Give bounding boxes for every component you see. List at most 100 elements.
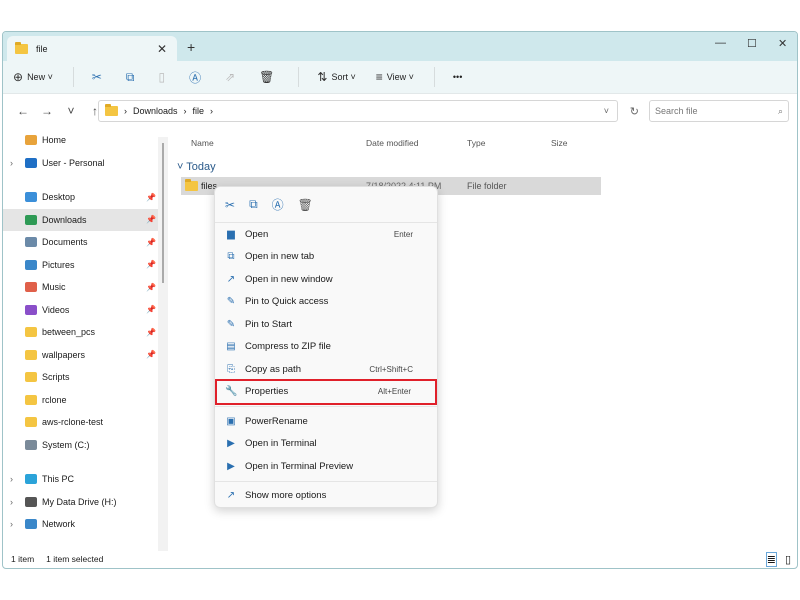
refresh-button[interactable]: ↻ xyxy=(630,105,639,118)
view-label: View xyxy=(386,72,407,82)
title-bar: file ✕ + — ☐ ✕ xyxy=(3,32,797,61)
menu-item-open-in-terminal[interactable]: ▶ Open in Terminal xyxy=(215,433,437,456)
sidebar-item-system-c-[interactable]: System (C:) xyxy=(3,434,168,457)
sidebar-scrollbar[interactable] xyxy=(158,137,168,551)
search-icon: ⌕ xyxy=(777,106,783,116)
column-name[interactable]: Name xyxy=(191,138,214,148)
close-button[interactable]: ✕ xyxy=(778,37,787,50)
sidebar-item-desktop[interactable]: Desktop 📌 xyxy=(3,186,168,209)
menu-item-compress-to-zip-file[interactable]: ▤ Compress to ZIP file xyxy=(215,336,437,359)
menu-item-powerrename[interactable]: ▣ PowerRename xyxy=(215,410,437,433)
menu-item-show-more-options[interactable]: ↗ Show more options xyxy=(215,485,437,508)
share-button[interactable]: ⇗ xyxy=(225,70,239,84)
chevron-right-icon[interactable]: › xyxy=(10,474,13,484)
sidebar-item-between-pcs[interactable]: between_pcs 📌 xyxy=(3,321,168,344)
breadcrumb-downloads[interactable]: Downloads xyxy=(133,106,178,116)
menu-item-copy-as-path[interactable]: ⎘ Copy as path Ctrl+Shift+C xyxy=(215,358,437,381)
folder-icon xyxy=(25,327,37,338)
chevron-right-icon[interactable]: › xyxy=(10,158,13,168)
delete-button[interactable]: 🗑 xyxy=(259,70,278,84)
menu-item-label: Open in new tab xyxy=(245,251,315,263)
new-button[interactable]: ⊕ New ˅ xyxy=(13,70,53,84)
sidebar-item-label: Desktop xyxy=(42,192,76,203)
pin-icon[interactable]: 📌 xyxy=(146,260,156,269)
pin-icon: ✎ xyxy=(226,296,236,308)
sidebar-item-my-data-drive-h-[interactable]: › My Data Drive (H:) xyxy=(3,491,168,514)
rename-icon[interactable]: Ⓐ xyxy=(272,196,284,213)
group-header[interactable]: ˅ Today xyxy=(177,161,216,173)
trash-icon[interactable]: 🗑 xyxy=(298,198,313,212)
power-rename-icon: ▣ xyxy=(226,415,236,427)
rename-button[interactable]: Ⓐ xyxy=(189,69,205,86)
menu-item-open-in-terminal-preview[interactable]: ▶ Open in Terminal Preview xyxy=(215,455,437,478)
copy-icon[interactable]: ⧉ xyxy=(249,197,258,212)
divider xyxy=(433,67,435,87)
sidebar-item-pictures[interactable]: Pictures 📌 xyxy=(3,254,168,277)
sidebar-item-home[interactable]: Home xyxy=(3,129,168,152)
menu-item-open-in-new-tab[interactable]: ⧉ Open in new tab xyxy=(215,246,437,269)
search-input[interactable]: Search file ⌕ xyxy=(649,100,789,122)
column-type[interactable]: Type xyxy=(467,138,485,148)
chevron-right-icon[interactable]: › xyxy=(10,497,13,507)
address-bar[interactable]: › Downloads › file › ˅ ↻ xyxy=(98,100,639,122)
download-icon xyxy=(25,214,37,225)
menu-item-open[interactable]: ▆ Open Enter xyxy=(215,223,437,246)
pin-icon[interactable]: 📌 xyxy=(146,193,156,202)
column-size[interactable]: Size xyxy=(551,138,568,148)
maximize-button[interactable]: ☐ xyxy=(747,37,757,50)
menu-item-open-in-new-window[interactable]: ↗ Open in new window xyxy=(215,268,437,291)
sidebar-item-documents[interactable]: Documents 📌 xyxy=(3,231,168,254)
pin-icon[interactable]: 📌 xyxy=(146,283,156,292)
column-date-modified[interactable]: Date modified xyxy=(366,138,418,148)
pin-icon[interactable]: 📌 xyxy=(146,215,156,224)
pin-icon[interactable]: 📌 xyxy=(146,350,156,359)
sidebar-item-user-personal[interactable]: › User - Personal xyxy=(3,152,168,175)
sort-button[interactable]: ⇅ Sort ˅ xyxy=(317,70,355,84)
paste-button[interactable]: ▯ xyxy=(158,70,169,84)
pin-icon[interactable]: 📌 xyxy=(146,328,156,337)
chevron-down-icon[interactable]: ˅ xyxy=(604,106,609,116)
menu-separator xyxy=(215,406,437,407)
view-button[interactable]: ≡ View ˅ xyxy=(376,70,414,84)
sidebar-item-this-pc[interactable]: › This PC xyxy=(3,468,168,491)
menu-item-pin-to-quick-access[interactable]: ✎ Pin to Quick access xyxy=(215,291,437,314)
forward-button[interactable]: → xyxy=(35,104,59,118)
close-tab-icon[interactable]: ✕ xyxy=(157,42,167,56)
pin-icon[interactable]: 📌 xyxy=(146,305,156,314)
plus-circle-icon: ⊕ xyxy=(13,70,24,84)
new-label: New xyxy=(27,72,46,82)
menu-item-pin-to-start[interactable]: ✎ Pin to Start xyxy=(215,313,437,336)
navigation-pane: Home › User - Personal Desktop 📌 Downloads 📌 Do… xyxy=(3,129,168,551)
sidebar-item-aws-rclone-test[interactable]: aws-rclone-test xyxy=(3,411,168,434)
zip-icon: ▤ xyxy=(226,341,236,353)
breadcrumb-file[interactable]: file xyxy=(193,106,205,116)
sidebar-item-videos[interactable]: Videos 📌 xyxy=(3,299,168,322)
sidebar-item-label: System (C:) xyxy=(42,439,90,450)
sidebar-item-downloads[interactable]: Downloads 📌 xyxy=(3,208,168,231)
back-button[interactable]: ← xyxy=(11,104,35,118)
menu-item-properties[interactable]: 🔧 Properties Alt+Enter xyxy=(215,378,437,405)
status-bar: 1 item 1 item selected ≣ ▯ xyxy=(3,550,797,568)
minimize-button[interactable]: — xyxy=(715,37,726,49)
sidebar-item-music[interactable]: Music 📌 xyxy=(3,276,168,299)
chevron-right-icon[interactable]: › xyxy=(10,519,13,529)
copy-path-icon: ⎘ xyxy=(227,363,235,375)
tab-file[interactable]: file ✕ xyxy=(7,36,177,61)
sidebar-item-wallpapers[interactable]: wallpapers 📌 xyxy=(3,344,168,367)
sidebar-item-network[interactable]: › Network xyxy=(3,513,168,536)
menu-item-label: Properties xyxy=(245,386,289,398)
copy-button[interactable]: ⧉ xyxy=(126,70,139,85)
details-view-button[interactable]: ≣ xyxy=(765,551,777,567)
selected-count: 1 item selected xyxy=(46,554,104,564)
sidebar-item-scripts[interactable]: Scripts xyxy=(3,366,168,389)
tiles-view-button[interactable]: ▯ xyxy=(785,553,791,566)
sidebar-item-label: aws-rclone-test xyxy=(42,417,104,428)
sidebar-item-rclone[interactable]: rclone xyxy=(3,389,168,412)
cut-icon[interactable]: ✂ xyxy=(225,198,235,212)
more-button[interactable]: ••• xyxy=(453,72,462,82)
recent-button[interactable]: ˅ xyxy=(59,104,83,118)
cut-button[interactable]: ✂ xyxy=(92,70,106,84)
pin-icon[interactable]: 📌 xyxy=(146,238,156,247)
new-tab-button[interactable]: + xyxy=(187,39,195,55)
menu-item-label: Open xyxy=(245,228,269,240)
